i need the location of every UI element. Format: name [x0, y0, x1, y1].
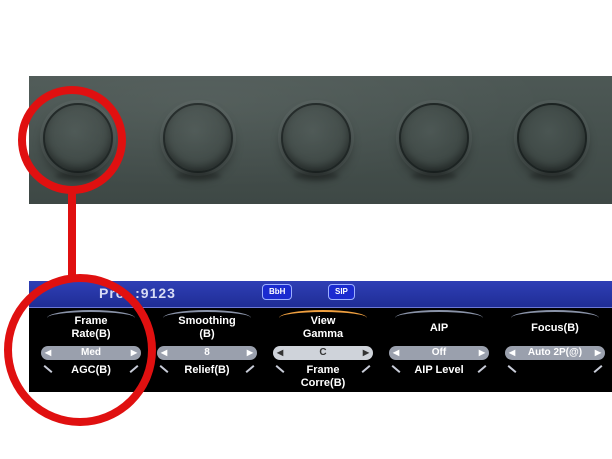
triangle-left-icon[interactable]: ◀ [277, 346, 283, 360]
control-top-label: Smoothing (B) [178, 315, 236, 340]
control-top-label: Frame Rate(B) [71, 315, 111, 340]
triangle-right-icon[interactable]: ▶ [595, 346, 601, 360]
knob-5[interactable] [517, 103, 587, 173]
control-bottom-label: Relief(B) [184, 364, 230, 376]
probe-label: Pro..:9123 [99, 285, 176, 301]
triangle-left-icon[interactable]: ◀ [161, 346, 167, 360]
control-value: Auto 2P(@) [527, 347, 583, 358]
triangle-right-icon[interactable]: ▶ [131, 346, 137, 360]
control-value: Med [81, 347, 101, 358]
control-top-label: Focus(B) [531, 322, 579, 334]
sip-badge[interactable]: SIP [328, 284, 355, 300]
control-bottom-label: AIP Level [414, 364, 464, 376]
control-smoothing[interactable]: Smoothing (B) ◀ 8 ▶ Relief(B) [149, 308, 265, 392]
control-value-bar[interactable]: ◀ 8 ▶ [157, 346, 257, 360]
control-bottom-label: AGC(B) [71, 364, 111, 376]
control-value-bar[interactable]: ◀ Med ▶ [41, 346, 141, 360]
tick-mark-right [593, 365, 603, 373]
control-value-bar[interactable]: ◀ C ▶ [273, 346, 373, 360]
control-view-gamma[interactable]: View Gamma ◀ C ▶ Frame Corre(B) [265, 308, 381, 392]
control-top-label: AIP [429, 322, 449, 334]
triangle-left-icon[interactable]: ◀ [509, 346, 515, 360]
screen-header: Pro..:9123 BbH SIP [29, 281, 612, 308]
tick-mark-left [507, 365, 517, 373]
control-value-bar[interactable]: ◀ Off ▶ [389, 346, 489, 360]
knob-1[interactable] [43, 103, 113, 173]
control-value: Off [431, 347, 447, 358]
control-bottom-label: Frame Corre(B) [300, 364, 346, 389]
knob-2[interactable] [163, 103, 233, 173]
control-focus[interactable]: Focus(B) ◀ Auto 2P(@) ▶ [497, 308, 612, 392]
triangle-right-icon[interactable]: ▶ [363, 346, 369, 360]
hardware-knob-panel [29, 76, 612, 204]
triangle-right-icon[interactable]: ▶ [479, 346, 485, 360]
control-aip[interactable]: AIP ◀ Off ▶ AIP Level [381, 308, 497, 392]
control-top-label: View Gamma [302, 315, 344, 340]
triangle-right-icon[interactable]: ▶ [247, 346, 253, 360]
knob-3[interactable] [281, 103, 351, 173]
triangle-left-icon[interactable]: ◀ [45, 346, 51, 360]
control-value: 8 [204, 347, 210, 358]
ultrasound-screen-strip: Pro..:9123 BbH SIP Frame Rate(B) ◀ Med ▶… [29, 281, 612, 392]
control-value: C [319, 347, 327, 358]
bbh-badge[interactable]: BbH [262, 284, 293, 300]
control-value-bar[interactable]: ◀ Auto 2P(@) ▶ [505, 346, 605, 360]
triangle-left-icon[interactable]: ◀ [393, 346, 399, 360]
control-frame-rate[interactable]: Frame Rate(B) ◀ Med ▶ AGC(B) [33, 308, 149, 392]
knob-4[interactable] [399, 103, 469, 173]
